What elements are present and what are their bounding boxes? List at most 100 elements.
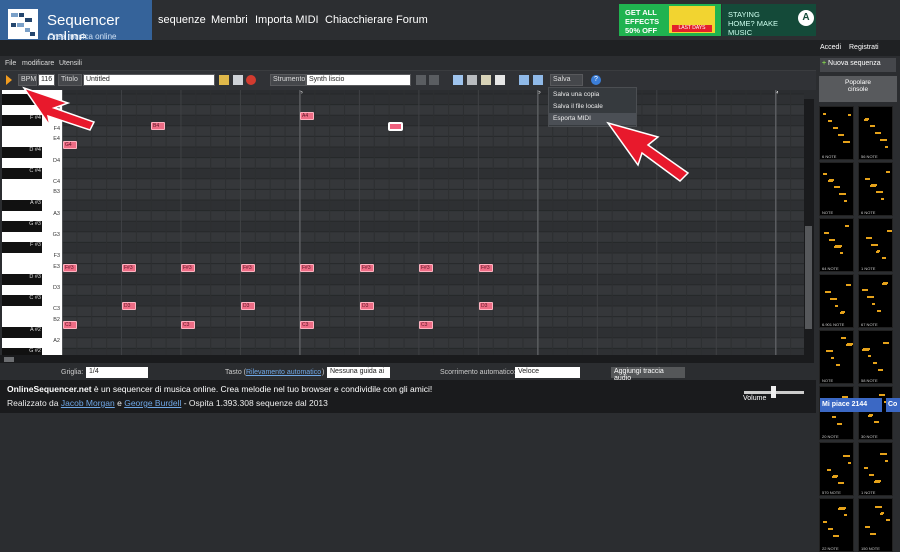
thumbnail-note-count: 6 NOTE	[822, 154, 837, 159]
piano-key[interactable]: D #3	[2, 274, 42, 285]
title-input[interactable]: Untitled	[83, 74, 215, 86]
register-link[interactable]: Registrati	[849, 44, 879, 51]
sequence-thumbnail[interactable]: NOTE	[819, 330, 854, 384]
thumbnail-note-mark	[827, 469, 831, 471]
piano-key[interactable]: F #3	[2, 242, 42, 253]
chevron-down-icon[interactable]	[429, 75, 439, 85]
piano-key[interactable]: C #4	[2, 168, 42, 179]
help-icon[interactable]: ?	[591, 75, 601, 85]
cut-icon[interactable]	[467, 75, 477, 85]
piano-key[interactable]: G3	[2, 232, 62, 243]
thumbnail-note-mark	[836, 364, 840, 366]
save-button[interactable]: Salva	[550, 74, 583, 86]
thumbnail-note-mark	[862, 349, 869, 351]
like-button[interactable]: Mi piace 2144	[820, 398, 882, 412]
piano-key[interactable]: C4	[2, 179, 62, 190]
instrument-select[interactable]: Synth liscio	[306, 74, 411, 86]
credits-prefix: Realizzato da	[7, 398, 61, 408]
sequence-thumbnail[interactable]: NOTE	[819, 162, 854, 216]
grid-select[interactable]: 1/4	[86, 367, 148, 378]
new-sequence-label: Nuova sequenza	[828, 60, 881, 67]
piano-key[interactable]: E3	[2, 264, 62, 275]
piano-key[interactable]: D3	[2, 285, 62, 296]
credits-and: e	[114, 398, 125, 408]
zoom-in-icon[interactable]	[519, 75, 529, 85]
sequence-thumbnail[interactable]: 64 NOTE	[819, 218, 854, 272]
menu-file[interactable]: File	[5, 60, 16, 67]
thumbnail-note-mark	[828, 120, 832, 122]
nav-chat[interactable]: Chiacchierare	[325, 14, 393, 26]
sequence-thumbnail[interactable]: 30 NOTE	[858, 386, 893, 440]
site-description: è un sequencer di musica online. Crea me…	[91, 384, 433, 394]
delete-icon[interactable]	[246, 75, 256, 85]
thumbnail-note-mark	[844, 514, 847, 516]
piano-key[interactable]: C3	[2, 306, 62, 317]
piano-key[interactable]: C #3	[2, 295, 42, 306]
pencil-icon[interactable]	[219, 75, 229, 85]
play-icon[interactable]	[6, 75, 12, 85]
new-file-icon[interactable]	[453, 75, 463, 85]
nav-forum[interactable]: Forum	[396, 14, 428, 26]
horizontal-scrollbar[interactable]	[0, 355, 814, 363]
thumbnail-note-mark	[823, 173, 827, 175]
menu-tools[interactable]: Utensili	[59, 60, 82, 67]
annotation-arrow-bpm	[22, 86, 96, 131]
sequence-thumbnail[interactable]: 6 NOTE	[858, 162, 893, 216]
save-copy-item[interactable]: Salva una copia	[549, 89, 636, 101]
piano-key[interactable]: B2	[2, 317, 62, 328]
thumbnail-note-count: 22 NOTE	[822, 546, 839, 551]
sequence-thumbnail[interactable]: 22 NOTE	[819, 498, 854, 552]
volume-knob[interactable]	[771, 386, 776, 398]
piano-key[interactable]: B3	[2, 189, 62, 200]
ad-banner-left[interactable]: GET ALL EFFECTS 50% OFF LAST DAYS	[619, 4, 721, 36]
piano-key[interactable]: A #3	[2, 200, 42, 211]
author-link-2[interactable]: George Burdell	[124, 398, 181, 408]
popular-tab[interactable]: Popolare cinsole	[819, 76, 897, 102]
thumbnail-note-mark	[846, 344, 852, 346]
piano-key[interactable]: D #4	[2, 147, 42, 158]
thumbnail-note-count: 67 NOTE	[861, 322, 878, 327]
sequence-thumbnail[interactable]: 6 NOTE	[819, 106, 854, 160]
piano-key[interactable]: A3	[2, 211, 62, 222]
select-icon[interactable]	[233, 75, 243, 85]
new-sequence-button[interactable]: + Nuova sequenza	[820, 58, 896, 72]
key-auto-detect-link[interactable]: Rilevamento automatico	[246, 369, 321, 376]
nav-members[interactable]: Membri	[211, 14, 248, 26]
zoom-out-icon[interactable]	[533, 75, 543, 85]
sequence-thumbnail[interactable]: 1 NOTE	[858, 218, 893, 272]
nav-import-midi[interactable]: Importa MIDI	[255, 14, 319, 26]
note-icon[interactable]	[416, 75, 426, 85]
paste-icon[interactable]	[495, 75, 505, 85]
sequence-thumbnail[interactable]: 150 NOTE	[858, 498, 893, 552]
piano-key[interactable]: F3	[2, 253, 62, 264]
piano-key[interactable]: A #2	[2, 327, 42, 338]
thumbnail-note-mark	[885, 460, 888, 462]
sequence-thumbnail[interactable]: 570 NOTE	[819, 442, 854, 496]
save-local-item[interactable]: Salva il file locale	[549, 101, 636, 113]
login-link[interactable]: Accedi	[820, 44, 841, 51]
piano-key[interactable]: A2	[2, 338, 62, 349]
horizontal-scroll-thumb[interactable]	[4, 357, 14, 362]
thumbnail-note-mark	[865, 526, 870, 528]
key-select[interactable]: Nessuna guida ai	[327, 367, 390, 378]
author-link-1[interactable]: Jacob Morgan	[61, 398, 115, 408]
sequence-thumbnail[interactable]: 56 NOTE	[858, 106, 893, 160]
copy-icon[interactable]	[481, 75, 491, 85]
add-audio-track-button[interactable]: Aggiungi traccia audio	[611, 367, 685, 382]
sequence-thumbnail[interactable]: 1 NOTE	[858, 442, 893, 496]
vertical-scroll-thumb[interactable]	[805, 226, 812, 329]
sequence-thumbnail[interactable]: 6.901 NOTE	[819, 274, 854, 328]
ad-banner-right[interactable]: STAYING HOME? MAKE MUSIC A	[722, 4, 816, 37]
autoscroll-select[interactable]: Veloce	[515, 367, 580, 378]
sequence-thumbnail[interactable]: 67 NOTE	[858, 274, 893, 328]
thumbnail-note-count: 570 NOTE	[822, 490, 841, 495]
menu-edit[interactable]: modificare	[22, 60, 54, 67]
share-button[interactable]: Co	[886, 398, 900, 412]
piano-key[interactable]: G #3	[2, 221, 42, 232]
piano-key[interactable]: E4	[2, 136, 62, 147]
sequence-thumbnail[interactable]: 20 NOTE	[819, 386, 854, 440]
thumbnail-note-mark	[876, 251, 879, 253]
sequence-thumbnail[interactable]: 58 NOTE	[858, 330, 893, 384]
nav-sequences[interactable]: sequenze	[158, 14, 206, 26]
piano-key[interactable]: D4	[2, 158, 62, 169]
